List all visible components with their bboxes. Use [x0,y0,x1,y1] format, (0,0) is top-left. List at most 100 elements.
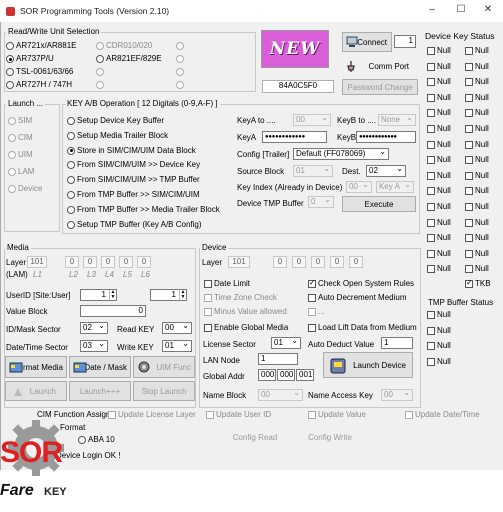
extra-option-checkbox[interactable] [308,308,316,316]
radio-ar821[interactable] [96,55,104,63]
value-block-input[interactable]: 0 [80,305,146,317]
tmp-buffer-status-checkbox[interactable] [427,311,435,319]
device-key-status-checkbox[interactable] [427,265,435,274]
device-key-status-checkbox[interactable] [427,140,435,149]
radio-unused[interactable] [96,68,104,76]
device-key-status-checkbox[interactable] [427,109,435,118]
tmp-buffer-status-checkbox[interactable] [427,326,435,335]
radio-key-operation[interactable] [67,146,75,155]
radio-unused[interactable] [176,42,184,50]
radio-unused[interactable] [176,55,184,63]
keya-input[interactable]: ●●●●●●●●●●●● [262,131,327,143]
radio-unused[interactable] [176,81,184,89]
device-layer-input[interactable]: 0 [330,256,344,268]
device-key-status-checkbox[interactable] [427,78,435,87]
uim-func-button[interactable]: UIM Func [133,356,195,378]
update-license-checkbox[interactable] [108,411,116,419]
minimize-button[interactable]: – [422,4,442,18]
radio-key-operation[interactable] [67,131,75,140]
device-key-status-checkbox[interactable] [465,47,473,55]
radio-key-operation[interactable] [67,205,75,214]
check-open-system-checkbox[interactable] [308,278,316,288]
global-addr-3[interactable]: 001 [296,369,314,381]
datetime-sector-select[interactable]: 03 [80,340,108,352]
device-key-status-checkbox[interactable] [465,171,473,180]
close-button[interactable]: ✕ [478,4,498,18]
device-key-status-checkbox[interactable] [427,62,435,71]
device-key-status-checkbox[interactable] [465,109,473,118]
connect-button[interactable]: Connect [342,32,392,52]
read-key-select[interactable]: 00 [162,322,192,334]
device-key-status-checkbox[interactable] [427,125,435,133]
date-limit-checkbox[interactable] [204,280,212,288]
device-key-status-checkbox[interactable] [427,234,435,243]
config-trailer-select[interactable]: Default (FF078069) [293,148,389,160]
device-key-status-checkbox[interactable] [465,218,473,227]
device-key-status-checkbox[interactable] [427,203,435,211]
radio-cdr010[interactable] [96,42,104,50]
launch-device-button[interactable]: Launch Device [323,352,413,378]
config-read-button[interactable]: Config Read [220,428,290,446]
media-layer-input[interactable]: 0 [83,256,97,268]
device-key-status-checkbox[interactable] [465,249,473,258]
device-key-status-checkbox[interactable] [427,171,435,180]
tmp-buffer-status-checkbox[interactable] [427,342,435,351]
device-layer-input[interactable]: 0 [311,256,325,268]
update-datetime-checkbox[interactable] [405,411,413,419]
tmp-buffer-status-checkbox[interactable] [427,357,435,366]
minus-value-checkbox[interactable] [204,308,212,316]
stop-launch-button[interactable]: Stop Launch [133,381,195,401]
source-block-select[interactable]: 01 [293,165,333,177]
device-layer-input[interactable]: 0 [273,256,287,268]
device-key-status-checkbox[interactable] [427,187,435,196]
device-key-status-checkbox[interactable] [465,234,473,243]
global-addr-1[interactable]: 000 [258,369,276,381]
maximize-button[interactable]: ☐ [451,4,471,18]
radio-launch-device[interactable] [8,185,16,193]
keyb-input[interactable]: ●●●●●●●●●●●● [356,131,416,143]
auto-decrement-checkbox[interactable] [308,294,316,302]
password-change-button[interactable]: Password Change [342,79,418,95]
device-key-status-checkbox[interactable] [427,156,435,165]
device-layer-input[interactable]: 101 [228,256,250,268]
config-write-button[interactable]: Config Write [295,428,365,446]
device-key-status-checkbox[interactable] [465,265,473,274]
launch-button[interactable]: Launch [5,381,67,401]
radio-unused[interactable] [176,68,184,76]
name-access-key-select[interactable]: 00 [381,389,413,401]
comm-port-button[interactable]: Comm Port [342,56,418,76]
tkb-checkbox[interactable] [465,278,473,288]
keyb-to-select[interactable]: None [378,114,416,126]
format-media-button[interactable]: Format Media [5,356,67,378]
device-key-status-checkbox[interactable] [465,62,473,71]
radio-launch-sim[interactable] [8,117,16,125]
radio-key-operation[interactable] [67,117,75,125]
device-key-status-checkbox[interactable] [465,78,473,87]
radio-tsl[interactable] [6,68,14,76]
media-layer-input[interactable]: 0 [119,256,133,268]
media-layer-input[interactable]: 0 [101,256,115,268]
dest-select[interactable]: 02 [366,165,406,177]
radio-launch-cim[interactable] [8,134,16,142]
userid-user-spinner[interactable]: ▲ ▼ [179,290,186,300]
execute-button[interactable]: Execute [342,196,416,212]
radio-launch-uim[interactable] [8,151,16,159]
radio-ar737[interactable] [6,55,14,63]
device-tmp-buffer-select[interactable]: 0 [308,196,334,208]
enable-global-media-checkbox[interactable] [204,324,212,332]
global-addr-2[interactable]: 000 [277,369,295,381]
radio-ar721x[interactable] [6,42,14,50]
radio-launch-lam[interactable] [8,168,16,176]
radio-unused[interactable] [96,81,104,89]
id-mask-sector-select[interactable]: 02 [80,322,108,334]
device-key-status-checkbox[interactable] [465,140,473,149]
media-layer-input[interactable]: 0 [137,256,151,268]
radio-key-operation[interactable] [67,191,75,199]
device-key-status-checkbox[interactable] [465,93,473,102]
auto-deduct-input[interactable]: 1 [381,337,413,349]
load-lift-data-checkbox[interactable] [308,324,316,332]
media-layer-input[interactable]: 101 [27,256,47,268]
write-key-select[interactable]: 01 [162,340,192,352]
device-key-status-checkbox[interactable] [465,203,473,211]
device-key-status-checkbox[interactable] [427,47,435,55]
